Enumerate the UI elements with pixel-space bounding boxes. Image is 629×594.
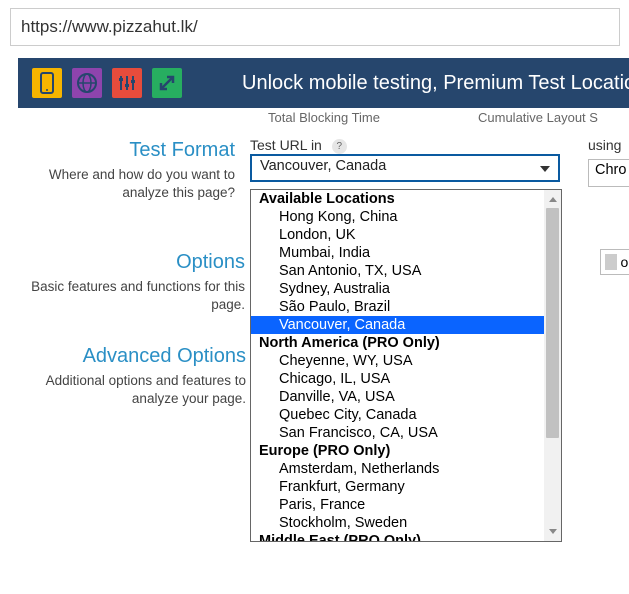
location-option[interactable]: Vancouver, Canada xyxy=(251,316,547,334)
square-icon xyxy=(605,254,617,270)
location-select-value: Vancouver, Canada xyxy=(260,158,386,174)
browser-select[interactable]: Chro xyxy=(588,159,629,187)
location-select[interactable]: Vancouver, Canada xyxy=(250,154,560,182)
location-option[interactable]: Paris, France xyxy=(251,496,547,514)
location-option[interactable]: São Paulo, Brazil xyxy=(251,298,547,316)
using-label: using xyxy=(588,137,629,153)
section-title-test-format: Test Format xyxy=(18,139,235,162)
location-option[interactable]: Sydney, Australia xyxy=(251,280,547,298)
expand-arrow-icon xyxy=(152,68,182,98)
location-option[interactable]: Amsterdam, Netherlands xyxy=(251,460,547,478)
tab-metric-a xyxy=(18,110,268,125)
globe-icon xyxy=(72,68,102,98)
location-option[interactable]: Cheyenne, WY, USA xyxy=(251,352,547,370)
location-group-header: Europe (PRO Only) xyxy=(251,442,547,460)
section-desc-options: Basic features and functions for this pa… xyxy=(18,278,245,313)
section-title-options: Options xyxy=(18,251,245,274)
location-option[interactable]: Chicago, IL, USA xyxy=(251,370,547,388)
location-group-header: North America (PRO Only) xyxy=(251,334,547,352)
location-option[interactable]: San Francisco, CA, USA xyxy=(251,424,547,442)
tab-metric-b: Total Blocking Time xyxy=(268,110,478,125)
banner-text: Unlock mobile testing, Premium Test Loca… xyxy=(242,72,629,95)
location-option[interactable]: Hong Kong, China xyxy=(251,208,547,226)
location-option[interactable]: Mumbai, India xyxy=(251,244,547,262)
tab-metric-c: Cumulative Layout S xyxy=(478,110,629,125)
section-title-advanced: Advanced Options xyxy=(18,345,246,368)
location-option[interactable]: San Antonio, TX, USA xyxy=(251,262,547,280)
location-option[interactable]: Frankfurt, Germany xyxy=(251,478,547,496)
banner-icons xyxy=(32,68,182,98)
test-url-label: Test URL in xyxy=(250,137,322,153)
location-option[interactable]: London, UK xyxy=(251,226,547,244)
location-dropdown-panel[interactable]: Available LocationsHong Kong, ChinaLondo… xyxy=(250,189,562,542)
or-toggle[interactable]: or xyxy=(600,249,629,275)
dropdown-scrollbar[interactable] xyxy=(544,190,561,541)
help-icon[interactable]: ? xyxy=(332,139,347,154)
mobile-icon xyxy=(32,68,62,98)
location-group-header: Middle East (PRO Only) xyxy=(251,532,547,541)
scrollbar-thumb[interactable] xyxy=(546,208,559,438)
url-input[interactable] xyxy=(10,8,620,46)
location-option[interactable]: Danville, VA, USA xyxy=(251,388,547,406)
section-desc-test-format: Where and how do you want to analyze thi… xyxy=(18,166,235,201)
premium-banner[interactable]: Unlock mobile testing, Premium Test Loca… xyxy=(18,58,629,108)
or-label: or xyxy=(621,254,629,270)
sliders-icon xyxy=(112,68,142,98)
section-desc-advanced: Additional options and features to analy… xyxy=(18,372,246,407)
location-group-header: Available Locations xyxy=(251,190,547,208)
location-option[interactable]: Stockholm, Sweden xyxy=(251,514,547,532)
metric-tabs: Total Blocking Time Cumulative Layout S xyxy=(18,108,629,131)
location-option[interactable]: Quebec City, Canada xyxy=(251,406,547,424)
